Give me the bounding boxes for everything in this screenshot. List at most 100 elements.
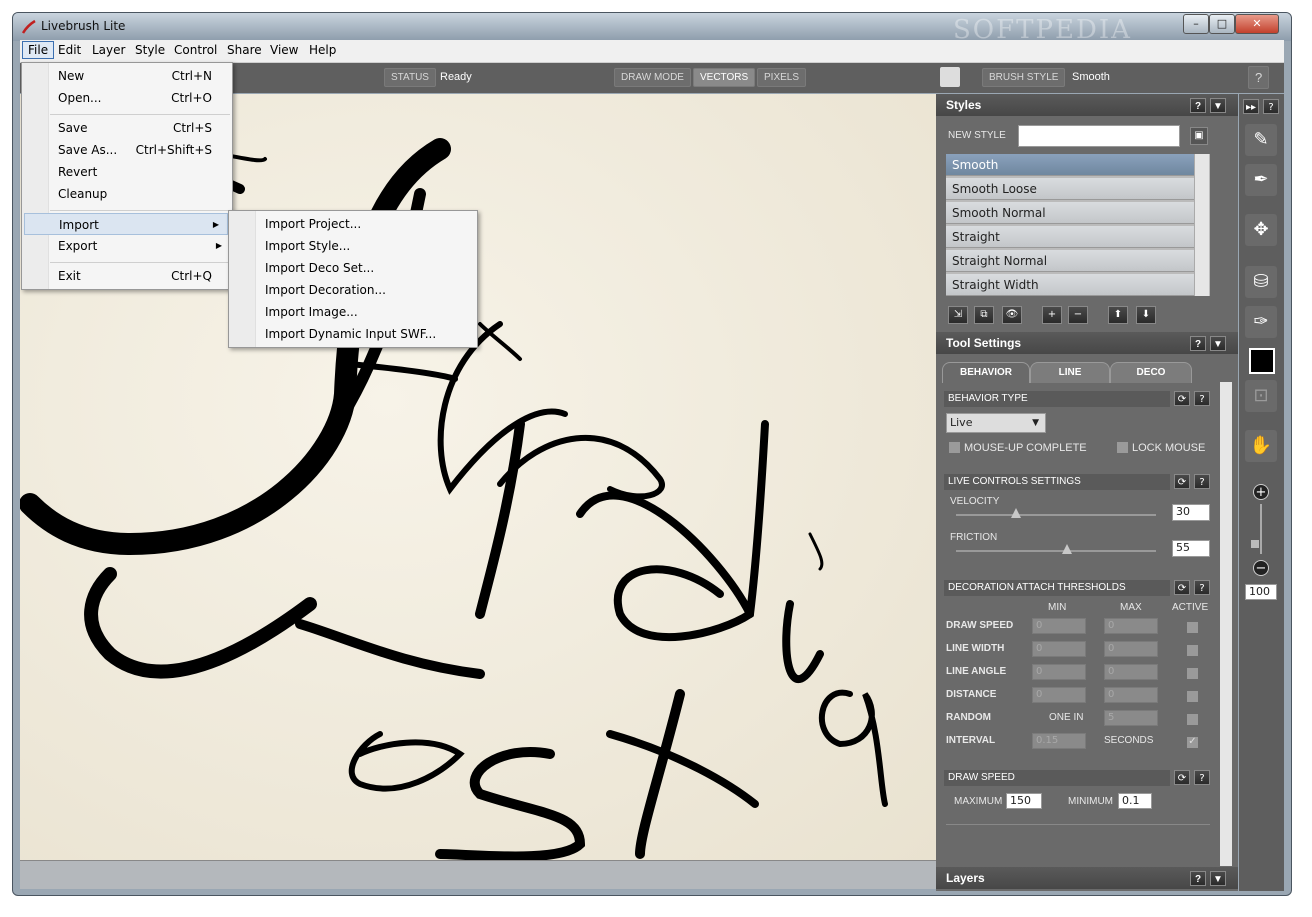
menu-control[interactable]: Control <box>170 43 221 57</box>
velocity-slider-thumb[interactable] <box>1011 508 1021 518</box>
menu-layer[interactable]: Layer <box>88 43 129 57</box>
distance-max-input[interactable]: 0 <box>1104 687 1158 703</box>
zoom-in-icon[interactable]: + <box>1253 484 1269 500</box>
menu-item-export[interactable]: Export ▶ <box>22 235 232 257</box>
new-style-input[interactable] <box>1018 125 1180 147</box>
menu-item-import-dynamic-input-swf[interactable]: Import Dynamic Input SWF... <box>265 323 436 345</box>
layers-help-button[interactable]: ? <box>1190 871 1206 886</box>
line-width-max-input[interactable]: 0 <box>1104 641 1158 657</box>
velocity-input[interactable]: 30 <box>1172 504 1210 521</box>
menu-item-open[interactable]: Open... Ctrl+O <box>22 87 232 109</box>
import-style-icon[interactable]: ⇲ <box>948 306 968 324</box>
preview-icon[interactable]: 👁 <box>1002 306 1022 324</box>
styles-collapse-button[interactable]: ▼ <box>1210 98 1226 113</box>
draw-speed-active-checkbox[interactable] <box>1186 621 1199 634</box>
hand-tool-icon[interactable]: ✋ <box>1245 430 1277 462</box>
draw-speed-help-button[interactable]: ? <box>1194 770 1210 785</box>
deco-reset-button[interactable]: ⟳ <box>1174 580 1190 595</box>
move-up-icon[interactable]: ⬆ <box>1108 306 1128 324</box>
distance-min-input[interactable]: 0 <box>1032 687 1086 703</box>
move-down-icon[interactable]: ⬇ <box>1136 306 1156 324</box>
live-controls-reset-button[interactable]: ⟳ <box>1174 474 1190 489</box>
maximum-input[interactable]: 150 <box>1006 793 1042 809</box>
tool-settings-header[interactable]: Tool Settings ? ▼ <box>936 332 1238 354</box>
menu-item-import-project[interactable]: Import Project... <box>265 213 361 235</box>
menu-item-import-image[interactable]: Import Image... <box>265 301 358 323</box>
vectors-button[interactable]: VECTORS <box>693 68 756 87</box>
behavior-type-select[interactable]: Live ▼ <box>946 413 1046 433</box>
behavior-help-button[interactable]: ? <box>1194 391 1210 406</box>
tool-settings-scrollbar[interactable] <box>1220 382 1232 866</box>
random-active-checkbox[interactable] <box>1186 713 1199 726</box>
layers-panel-header[interactable]: Layers ? ▼ <box>936 867 1238 889</box>
menu-help[interactable]: Help <box>305 43 340 57</box>
lock-icon[interactable]: ⊡ <box>1245 380 1277 412</box>
toolbox-expand-button[interactable]: ▸▸ <box>1243 99 1259 114</box>
color-swatch[interactable] <box>1249 348 1275 374</box>
deco-help-button[interactable]: ? <box>1194 580 1210 595</box>
minimize-button[interactable]: – <box>1183 14 1209 34</box>
mouse-up-complete-checkbox[interactable] <box>948 441 961 454</box>
save-style-icon[interactable]: ▣ <box>1190 127 1208 145</box>
style-item-smooth-loose[interactable]: Smooth Loose <box>946 178 1194 200</box>
draw-speed-min-input[interactable]: 0 <box>1032 618 1086 634</box>
menu-item-save[interactable]: Save Ctrl+S <box>22 117 232 139</box>
tab-behavior[interactable]: BEHAVIOR <box>942 362 1030 383</box>
menu-share[interactable]: Share <box>223 43 266 57</box>
layers-collapse-button[interactable]: ▼ <box>1210 871 1226 886</box>
menu-item-save-as[interactable]: Save As... Ctrl+Shift+S <box>22 139 232 161</box>
menu-item-revert[interactable]: Revert <box>22 161 232 183</box>
copy-style-icon[interactable]: ⧉ <box>974 306 994 324</box>
tool-settings-help-button[interactable]: ? <box>1190 336 1206 351</box>
tool-settings-collapse-button[interactable]: ▼ <box>1210 336 1226 351</box>
zoom-out-icon[interactable]: − <box>1253 560 1269 576</box>
menu-item-import-decoration[interactable]: Import Decoration... <box>265 279 386 301</box>
lock-mouse-checkbox[interactable] <box>1116 441 1129 454</box>
zoom-slider-thumb[interactable] <box>1251 540 1259 548</box>
draw-speed-reset-button[interactable]: ⟳ <box>1174 770 1190 785</box>
toolbox-help-button[interactable]: ? <box>1263 99 1279 114</box>
styles-help-button[interactable]: ? <box>1190 98 1206 113</box>
menu-item-cleanup[interactable]: Cleanup <box>22 183 232 205</box>
behavior-reset-button[interactable]: ⟳ <box>1174 391 1190 406</box>
remove-icon[interactable]: − <box>1068 306 1088 324</box>
menu-item-import-deco-set[interactable]: Import Deco Set... <box>265 257 374 279</box>
close-button[interactable]: ✕ <box>1235 14 1279 34</box>
menu-style[interactable]: Style <box>131 43 169 57</box>
menu-view[interactable]: View <box>266 43 302 57</box>
styles-scrollbar[interactable] <box>1194 154 1209 296</box>
zoom-slider-track[interactable] <box>1260 504 1262 554</box>
line-angle-max-input[interactable]: 0 <box>1104 664 1158 680</box>
fill-tool-icon[interactable]: ⛁ <box>1245 266 1277 298</box>
style-item-straight-width[interactable]: Straight Width <box>946 274 1194 296</box>
velocity-slider-track[interactable] <box>956 514 1156 516</box>
style-item-smooth-normal[interactable]: Smooth Normal <box>946 202 1194 224</box>
live-controls-help-button[interactable]: ? <box>1194 474 1210 489</box>
style-item-smooth[interactable]: Smooth <box>946 154 1194 176</box>
tab-deco[interactable]: DECO <box>1110 362 1192 383</box>
zoom-level-input[interactable]: 100 <box>1245 584 1277 600</box>
pen-tool-icon[interactable]: ✒ <box>1245 164 1277 196</box>
style-item-straight[interactable]: Straight <box>946 226 1194 248</box>
line-width-min-input[interactable]: 0 <box>1032 641 1086 657</box>
menu-edit[interactable]: Edit <box>54 43 85 57</box>
minimum-input[interactable]: 0.1 <box>1118 793 1152 809</box>
interval-input[interactable]: 0.15 <box>1032 733 1086 749</box>
maximize-button[interactable]: □ <box>1209 14 1235 34</box>
menu-file[interactable]: File <box>22 41 55 59</box>
style-item-straight-normal[interactable]: Straight Normal <box>946 250 1194 272</box>
line-width-active-checkbox[interactable] <box>1186 644 1199 657</box>
line-angle-active-checkbox[interactable] <box>1186 667 1199 680</box>
pixels-button[interactable]: PIXELS <box>757 68 807 87</box>
styles-panel-header[interactable]: Styles ? ▼ <box>936 94 1238 116</box>
menu-item-import-style[interactable]: Import Style... <box>265 235 350 257</box>
transform-tool-icon[interactable]: ✥ <box>1245 214 1277 246</box>
friction-input[interactable]: 55 <box>1172 540 1210 557</box>
friction-slider-thumb[interactable] <box>1062 544 1072 554</box>
menu-item-import[interactable]: Import ▶ <box>24 213 228 235</box>
line-angle-min-input[interactable]: 0 <box>1032 664 1086 680</box>
tab-line[interactable]: LINE <box>1030 362 1110 383</box>
draw-speed-max-input[interactable]: 0 <box>1104 618 1158 634</box>
title-bar[interactable]: Livebrush Lite SOFTPEDIA – □ ✕ <box>13 13 1291 45</box>
toolbar-help-button[interactable]: ? <box>1248 66 1270 89</box>
